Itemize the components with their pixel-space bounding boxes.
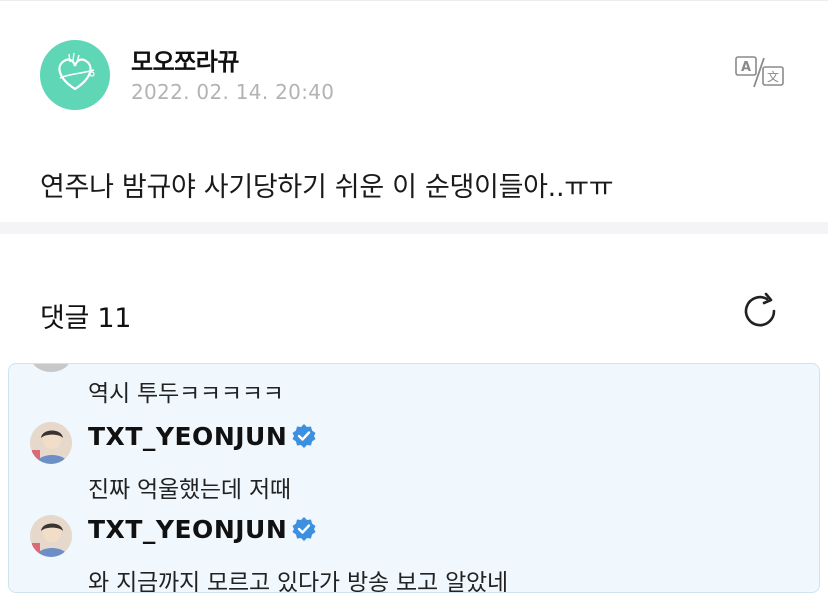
comments-header: 댓글 11 — [0, 234, 828, 364]
comment-text: 와 지금까지 모르고 있다가 방송 보고 알았네 — [88, 570, 508, 593]
post-body: 연주나 밤규야 사기당하기 쉬운 이 순댕이들아..ㅠㅠ — [40, 172, 614, 203]
commenter-avatar[interactable] — [30, 515, 72, 557]
commenter-name[interactable]: TXT_YEONJUN — [88, 422, 287, 451]
svg-text:A: A — [741, 60, 751, 75]
comment-text: 역시 투두ㅋㅋㅋㅋㅋ — [88, 381, 284, 407]
profile-photo-icon — [30, 515, 72, 557]
refresh-button[interactable] — [740, 291, 780, 331]
verified-badge-icon — [292, 424, 316, 448]
translate-icon: A 文 — [735, 56, 784, 88]
author-name[interactable]: 모오쪼라뀨 — [131, 42, 239, 77]
commenter-avatar[interactable] — [30, 422, 72, 464]
section-divider — [0, 222, 828, 234]
commenter-avatar-partial[interactable] — [31, 364, 71, 372]
comments-count-title: 댓글 11 — [40, 303, 132, 334]
comment-thread: 역시 투두ㅋㅋㅋㅋㅋ TXT_YEONJUN 진짜 억울했는데 저때 TXT_Y… — [8, 363, 820, 593]
post-date: 2022. 02. 14. 20:40 — [131, 80, 335, 104]
comment-text: 진짜 억울했는데 저때 — [88, 477, 291, 503]
commenter-name[interactable]: TXT_YEONJUN — [88, 515, 287, 544]
refresh-icon — [744, 292, 776, 327]
verified-badge-icon — [292, 517, 316, 541]
post-header: 모오쪼라뀨 2022. 02. 14. 20:40 A 文 — [0, 0, 828, 130]
author-avatar[interactable] — [40, 40, 110, 110]
heart-logo-icon — [58, 52, 95, 91]
translate-button[interactable]: A 文 — [734, 54, 786, 90]
svg-text:文: 文 — [767, 69, 779, 84]
profile-photo-icon — [30, 422, 72, 464]
